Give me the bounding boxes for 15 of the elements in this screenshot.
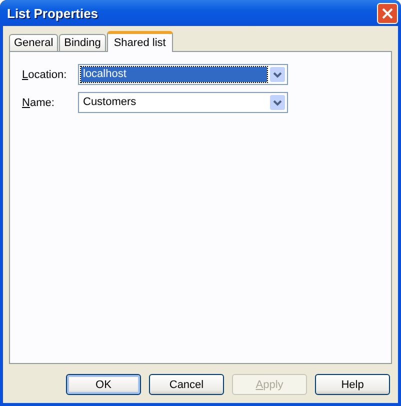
field-value: Customers [82, 95, 138, 110]
dialog-button[interactable]: Help [315, 374, 390, 395]
tab[interactable]: Binding [59, 34, 106, 51]
dropdown-field[interactable]: Customers [78, 92, 288, 113]
field-label: Location: [22, 68, 68, 80]
tab[interactable]: General [9, 34, 58, 51]
tab[interactable]: Shared list [106, 31, 173, 52]
dropdown-field[interactable]: localhost [78, 64, 288, 85]
close-icon[interactable] [382, 8, 393, 18]
close-button[interactable] [377, 2, 398, 24]
dialog-button[interactable]: Cancel [149, 374, 224, 395]
dialog-button[interactable]: OK [66, 374, 141, 395]
field-label: Name: [22, 96, 56, 108]
window-title: List Properties [6, 6, 98, 20]
field-value: localhost [81, 67, 267, 82]
